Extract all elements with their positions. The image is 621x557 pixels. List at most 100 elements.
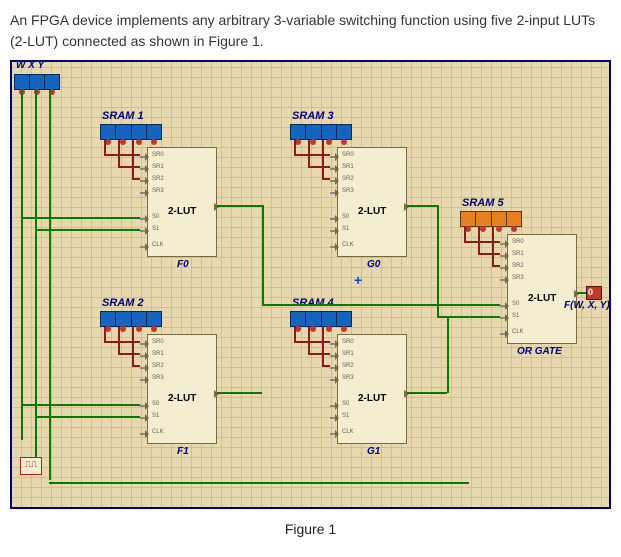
wire: [447, 316, 449, 393]
wire: [294, 154, 330, 156]
pin-s0: S0: [152, 214, 159, 220]
wire: [35, 416, 140, 418]
wire: [21, 217, 140, 219]
wire: [262, 304, 442, 306]
wire: [104, 154, 140, 156]
pin-sr2: SR2: [342, 176, 354, 182]
sram5-header: [460, 211, 522, 227]
wire: [308, 140, 310, 167]
lut-title: 2-LUT: [528, 293, 556, 304]
pin-sr3: SR3: [152, 188, 164, 194]
pin-s0: S0: [342, 401, 349, 407]
wire: [118, 166, 140, 168]
wire: [49, 90, 51, 480]
pin-sr3: SR3: [512, 275, 524, 281]
g0-label: G0: [367, 259, 380, 270]
wire: [21, 404, 140, 406]
wire: [464, 227, 466, 242]
pin-clk: CLK: [152, 429, 164, 435]
g1-label: G1: [367, 446, 380, 457]
pin-sr1: SR1: [512, 251, 524, 257]
sram4-label: SRAM 4: [292, 297, 334, 309]
lut-title: 2-LUT: [358, 393, 386, 404]
pin-s1: S1: [512, 313, 519, 319]
wire: [294, 140, 296, 155]
pin-sr0: SR0: [512, 239, 524, 245]
clock-generator-icon: ⎍⎍: [20, 457, 42, 475]
lut-title: 2-LUT: [358, 206, 386, 217]
pin-sr3: SR3: [342, 375, 354, 381]
figure-caption: Figure 1: [10, 521, 611, 537]
pin-sr1: SR1: [342, 164, 354, 170]
pin-s0: S0: [512, 301, 519, 307]
wire: [118, 327, 120, 354]
wire: [442, 304, 500, 306]
wire: [104, 140, 106, 155]
wire: [308, 353, 330, 355]
wire: [49, 482, 469, 484]
pin-sr3: SR3: [152, 375, 164, 381]
wire: [322, 327, 324, 366]
sram3-header: [290, 124, 352, 140]
sram2-label: SRAM 2: [102, 297, 144, 309]
pin-clk: CLK: [152, 242, 164, 248]
pin-s1: S1: [152, 413, 159, 419]
wire: [132, 327, 134, 366]
pin-s0: S0: [152, 401, 159, 407]
wire: [407, 392, 447, 394]
wire: [217, 205, 262, 207]
wire: [294, 341, 330, 343]
wire: [118, 353, 140, 355]
wire: [262, 205, 264, 305]
input-header: [14, 74, 60, 90]
wire: [118, 140, 120, 167]
pin-sr1: SR1: [152, 164, 164, 170]
sram1-label: SRAM 1: [102, 110, 144, 122]
wire: [35, 229, 140, 231]
pin-sr0: SR0: [342, 339, 354, 345]
plus-marker: +: [354, 272, 362, 288]
wire: [478, 253, 500, 255]
pin-sr0: SR0: [342, 152, 354, 158]
lut-title: 2-LUT: [168, 206, 196, 217]
sram4-header: [290, 311, 352, 327]
pin-clk: CLK: [342, 242, 354, 248]
pin-s1: S1: [152, 226, 159, 232]
inputs-label: W X Y: [16, 60, 44, 71]
wire: [322, 140, 324, 179]
wire: [437, 205, 439, 317]
pin-sr1: SR1: [152, 351, 164, 357]
wire: [294, 327, 296, 342]
output-label: F(W, X, Y): [564, 300, 610, 311]
or-gate-label: OR GATE: [517, 346, 562, 357]
lut-title: 2-LUT: [168, 393, 196, 404]
wire: [308, 166, 330, 168]
wire: [478, 227, 480, 254]
pin-clk: CLK: [512, 329, 524, 335]
schematic-canvas: W X Y SRAM 1 2-LUT SR0 SR1 SR2 SR3 S0 S1…: [10, 60, 611, 509]
question-text: An FPGA device implements any arbitrary …: [10, 10, 611, 52]
pin-sr0: SR0: [152, 152, 164, 158]
pin-sr3: SR3: [342, 188, 354, 194]
sram1-header: [100, 124, 162, 140]
pin-s1: S1: [342, 226, 349, 232]
wire: [308, 327, 310, 354]
pin-sr2: SR2: [152, 363, 164, 369]
sram3-label: SRAM 3: [292, 110, 334, 122]
wire: [407, 205, 437, 207]
wire: [104, 341, 140, 343]
pin-sr2: SR2: [342, 363, 354, 369]
output-value: 0: [588, 287, 593, 297]
wire: [21, 90, 23, 440]
wire: [104, 327, 106, 342]
wire: [132, 140, 134, 179]
pin-sr0: SR0: [152, 339, 164, 345]
sram2-header: [100, 311, 162, 327]
sram5-label: SRAM 5: [462, 197, 504, 209]
wire: [217, 392, 262, 394]
pin-s0: S0: [342, 214, 349, 220]
pin-sr1: SR1: [342, 351, 354, 357]
pin-clk: CLK: [342, 429, 354, 435]
wire: [492, 227, 494, 266]
f0-label: F0: [177, 259, 189, 270]
